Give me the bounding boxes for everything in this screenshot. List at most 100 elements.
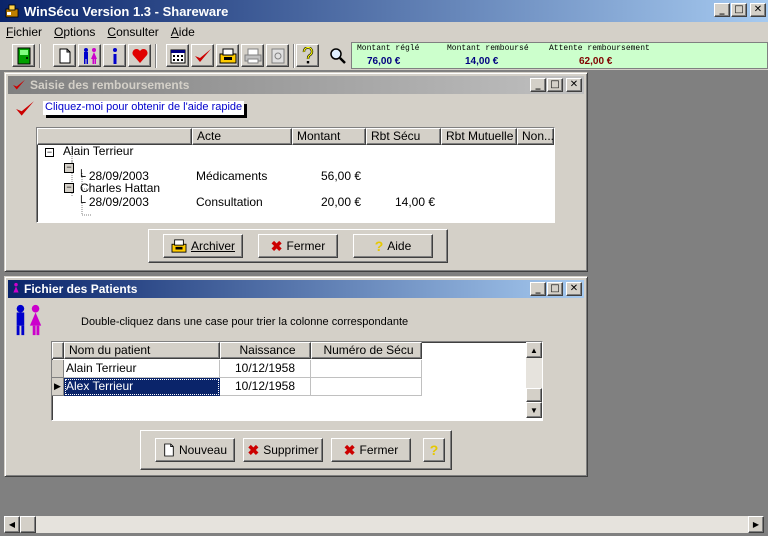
archive-icon[interactable] [216, 44, 239, 67]
table-cell-nom[interactable]: Alain Terrieur [64, 360, 220, 378]
archive-icon [171, 239, 187, 253]
help-question-icon: ? [429, 442, 439, 458]
menu-consulter[interactable]: Consulter [107, 25, 158, 39]
patients-minimize-button[interactable]: _ [530, 282, 546, 296]
table-cell-secu[interactable] [311, 378, 422, 396]
scroll-right-icon[interactable]: ▶ [748, 516, 764, 533]
calendar-icon[interactable] [166, 44, 189, 67]
app-titlebar: WinSécu Version 1.3 - Shareware _ □ ✕ [0, 0, 768, 22]
search-icon[interactable] [327, 44, 349, 67]
close-button[interactable]: ✕ [750, 3, 766, 17]
saisie-window: Saisie des remboursements _ □ ✕ Cliquez-… [4, 72, 588, 272]
col-header-secu[interactable]: Numéro de Sécu [311, 342, 422, 359]
remboursements-grid: Acte Montant Rbt Sécu Rbt Mutuelle Non..… [36, 127, 555, 223]
app-icon[interactable] [4, 3, 20, 19]
patient-icon [13, 282, 19, 293]
row-selector[interactable] [52, 360, 64, 378]
scroll-thumb[interactable] [20, 516, 36, 533]
patients-icon[interactable] [78, 44, 101, 67]
attente-value: 62,00 € [579, 56, 613, 67]
scroll-thumb[interactable] [526, 388, 542, 402]
collapse-toggle[interactable]: − [45, 148, 54, 157]
col-header-acte[interactable]: Acte [192, 128, 292, 145]
menu-bar: Fichier Options Consulter Aide [0, 22, 768, 41]
patients-maximize-button[interactable]: □ [547, 282, 563, 296]
montant-rembourse-label: Montant remboursé [447, 44, 529, 53]
montant-regle-value: 76,00 € [367, 56, 401, 67]
quick-help-link[interactable]: Cliquez-moi pour obtenir de l'aide rapid… [43, 101, 245, 115]
nouveau-button[interactable]: Nouveau [155, 438, 235, 462]
col-header-non[interactable]: Non... [517, 128, 554, 145]
menu-options[interactable]: Options [54, 25, 95, 39]
patients-window: Fichier des Patients _ □ ✕ Double-clique… [4, 276, 588, 477]
tree-row-montant[interactable]: 20,00 € [321, 195, 361, 209]
patients-icon [16, 304, 42, 336]
collapse-toggle[interactable]: − [64, 163, 74, 173]
col-header-montant[interactable]: Montant [292, 128, 366, 145]
table-cell-secu[interactable] [311, 360, 422, 378]
supprimer-button[interactable]: ✖ Supprimer [243, 438, 323, 462]
attente-label: Attente remboursement [549, 44, 650, 53]
patients-help-button[interactable]: ? [423, 438, 445, 462]
table-cell-naissance[interactable]: 10/12/1958 [220, 378, 311, 396]
col-header-naissance[interactable]: Naissance [220, 342, 311, 359]
patients-fermer-button[interactable]: ✖ Fermer [331, 438, 411, 462]
totals-panel: Montant réglé 76,00 € Montant remboursé … [351, 42, 768, 69]
tree-row-acte[interactable]: Médicaments [196, 169, 267, 183]
tree-row-rbt-secu[interactable]: 14,00 € [395, 195, 435, 209]
close-x-icon: ✖ [270, 237, 283, 254]
tree-root-patient[interactable]: Alain Terrieur [63, 144, 133, 158]
montant-regle-label: Montant réglé [357, 44, 420, 53]
app-title: WinSécu Version 1.3 - Shareware [24, 3, 229, 19]
patients-button-panel: Nouveau ✖ Supprimer ✖ Fermer ? [140, 430, 452, 470]
patients-vscroll[interactable]: ▲ ▼ [526, 342, 542, 418]
saisie-close-button[interactable]: ✕ [566, 78, 582, 92]
print-preview-icon[interactable] [266, 44, 289, 67]
patients-title: Fichier des Patients [24, 282, 138, 296]
saisie-minimize-button[interactable]: _ [530, 78, 546, 92]
saisie-title: Saisie des remboursements [30, 78, 190, 92]
maximize-button[interactable]: □ [731, 3, 747, 17]
checkmark-icon [13, 79, 25, 90]
table-cell-nom-selected[interactable]: Alex Terrieur [64, 378, 220, 396]
scroll-down-icon[interactable]: ▼ [526, 402, 542, 418]
mdi-workspace: Saisie des remboursements _ □ ✕ Cliquez-… [0, 72, 768, 515]
checkmark-icon [16, 101, 34, 116]
menu-fichier[interactable]: Fichier [6, 25, 42, 39]
tree-row-date[interactable]: └ 28/09/2003 [77, 195, 149, 209]
print-icon[interactable] [241, 44, 264, 67]
scroll-up-icon[interactable]: ▲ [526, 342, 542, 358]
col-header-rbt-secu[interactable]: Rbt Sécu [366, 128, 441, 145]
scroll-left-icon[interactable]: ◀ [4, 516, 20, 533]
table-cell-naissance[interactable]: 10/12/1958 [220, 360, 311, 378]
aide-button[interactable]: ? Aide [353, 234, 433, 258]
checkmark-icon[interactable] [191, 44, 214, 67]
close-x-icon: ✖ [343, 441, 356, 458]
exit-door-icon[interactable] [12, 44, 35, 67]
minimize-button[interactable]: _ [714, 3, 730, 17]
app-window: WinSécu Version 1.3 - Shareware _ □ ✕ Fi… [0, 0, 768, 536]
col-header-rbt-mutuelle[interactable]: Rbt Mutuelle [441, 128, 517, 145]
montant-rembourse-value: 14,00 € [465, 56, 499, 67]
heart-icon[interactable] [128, 44, 151, 67]
help-question-icon[interactable] [296, 44, 319, 67]
tree-row-montant[interactable]: 56,00 € [321, 169, 361, 183]
patients-close-button[interactable]: ✕ [566, 282, 582, 296]
saisie-maximize-button[interactable]: □ [547, 78, 563, 92]
menu-aide[interactable]: Aide [171, 25, 195, 39]
archiver-button[interactable]: Archiver [163, 234, 243, 258]
row-selector-current-icon[interactable]: ▶ [52, 378, 64, 396]
sort-instruction: Double-cliquez dans une case pour trier … [81, 316, 409, 328]
tree-row-acte[interactable]: Consultation [196, 195, 263, 209]
col-header-nom[interactable]: Nom du patient [64, 342, 220, 359]
fermer-button[interactable]: ✖ Fermer [258, 234, 338, 258]
new-document-icon[interactable] [53, 44, 76, 67]
delete-x-icon: ✖ [247, 441, 260, 458]
tree-child-patient[interactable]: Charles Hattan [80, 181, 160, 195]
collapse-toggle[interactable]: − [64, 183, 74, 193]
saisie-button-panel: Archiver ✖ Fermer ? Aide [148, 229, 448, 263]
workspace-hscroll[interactable]: ◀ ▶ [4, 516, 764, 533]
col-header-tree[interactable] [37, 128, 192, 145]
row-selector-header [52, 342, 64, 359]
info-icon[interactable] [103, 44, 126, 67]
